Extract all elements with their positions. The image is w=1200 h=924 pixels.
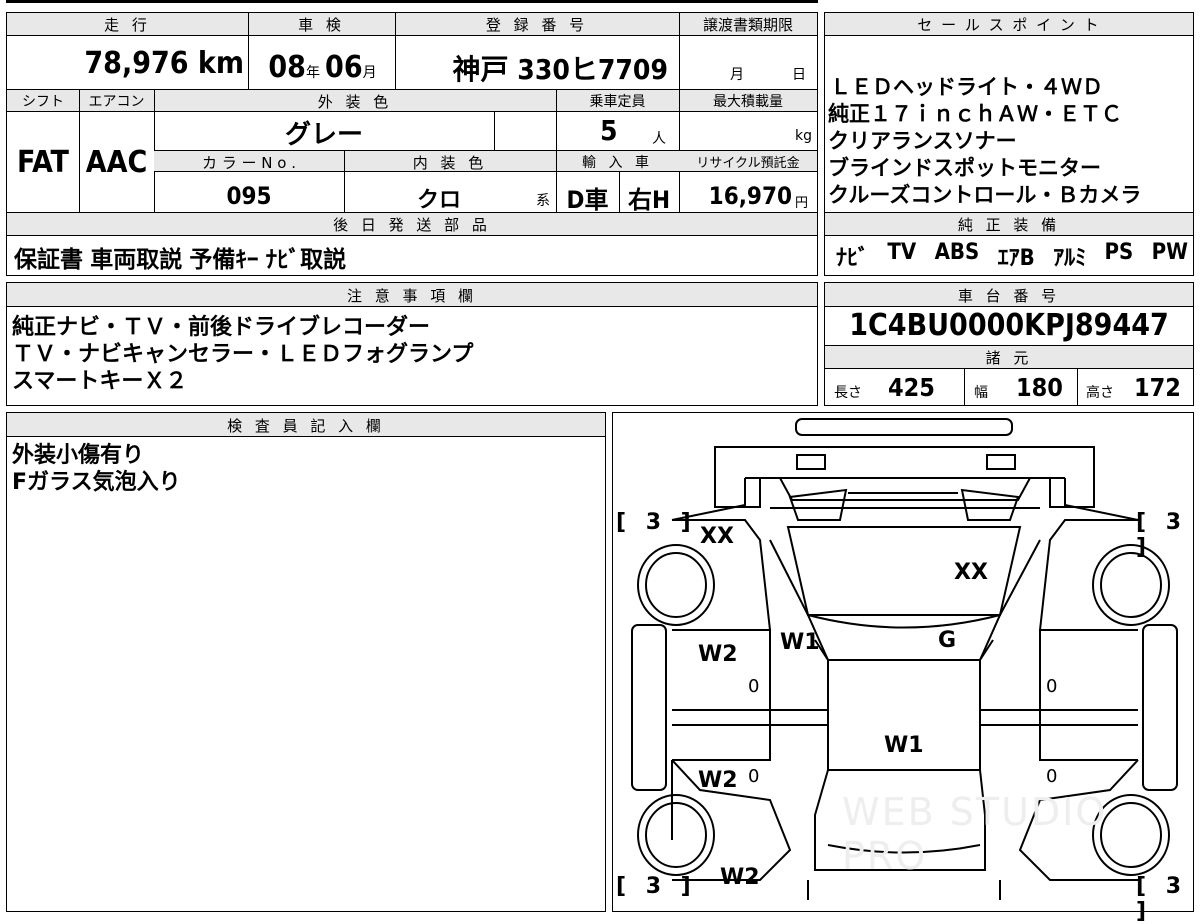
mark-g-right: G xyxy=(938,628,957,653)
height-label: 高さ xyxy=(1086,385,1114,401)
year-unit: 年 xyxy=(305,65,320,81)
later-parts-value: 保証書 車両取説 予備ｷｰ ﾅﾋﾞ取説 xyxy=(14,247,347,273)
shift-value: FAT xyxy=(17,145,69,180)
length-label: 長さ xyxy=(834,385,862,401)
mark-xx-windshield: XX xyxy=(954,560,988,585)
inspection-month: 06 xyxy=(325,50,363,85)
mark-w2-rear-door: W2 xyxy=(698,768,738,793)
width-value: 180 xyxy=(1016,373,1063,402)
bracket-front-right: [ 3 ] xyxy=(1136,510,1188,560)
max-load-header: 最大積載量 xyxy=(713,94,783,110)
inspector-line-2: Fガラス気泡入り xyxy=(12,470,181,495)
watermark: WEB STUDIO PRO xyxy=(842,790,1108,878)
note-line-2: ＴＶ・ナビキャンセラー・ＬＥＤフォグランプ xyxy=(12,342,474,367)
equipment-alloy: ｱﾙﾐ xyxy=(1053,246,1087,271)
month-unit: 月 xyxy=(362,65,377,81)
registration-number: 神戸 330ヒ7709 xyxy=(452,53,668,86)
mark-w2-front-door: W2 xyxy=(698,642,738,667)
equipment-pw: PW xyxy=(1151,240,1188,265)
steering-value: 右H xyxy=(627,186,671,214)
equipment-abs: ABS xyxy=(934,240,980,265)
width-label: 幅 xyxy=(974,385,988,401)
length-value: 425 xyxy=(888,373,935,402)
chassis-number: 1C4BU0000KPJ89447 xyxy=(849,308,1169,343)
transfer-deadline-header: 譲渡書類期限 xyxy=(702,16,793,34)
exterior-color-value: グレー xyxy=(284,120,363,150)
height-value: 172 xyxy=(1134,373,1181,402)
mark-w2-rear: W2 xyxy=(720,865,760,890)
bracket-rear-right: [ 3 ] xyxy=(1136,874,1188,924)
transfer-month-unit: 月 xyxy=(730,67,744,83)
inspector-line-1: 外装小傷有り xyxy=(12,443,145,468)
notes-header: 注 意 事 項 欄 xyxy=(346,287,478,305)
note-line-1: 純正ナビ・ＴＶ・前後ドライブレコーダー xyxy=(12,315,431,340)
import-type: D車 xyxy=(566,186,609,214)
mark-zero-3: 0 xyxy=(1046,676,1058,697)
capacity-header: 乗車定員 xyxy=(589,94,646,110)
inspection-value: 08年 06月 xyxy=(250,50,395,85)
shift-header: シフト xyxy=(22,94,64,110)
mark-w1-roof: W1 xyxy=(884,733,924,758)
transfer-day-unit: 日 xyxy=(792,67,806,83)
import-header: 輸 入 車 xyxy=(582,155,653,171)
capacity-value: 5 xyxy=(600,114,618,147)
recycle-unit: 円 xyxy=(795,196,809,211)
mark-zero-4: 0 xyxy=(1046,766,1058,787)
equipment-airbag: ｴｱB xyxy=(997,246,1035,271)
equipment-ps: PS xyxy=(1104,240,1134,265)
equipment-list: ﾅﾋﾞ TV ABS ｴｱB ｱﾙﾐ PS PW xyxy=(836,240,1188,272)
mark-zero-1: 0 xyxy=(748,676,760,697)
inspection-year: 08 xyxy=(268,50,306,85)
exterior-color-header: 外 装 色 xyxy=(317,93,393,111)
interior-color-header: 内 装 色 xyxy=(412,154,488,172)
color-no-header: カ ラ ー N o . xyxy=(201,154,296,172)
aircon-value: AAC xyxy=(85,145,148,180)
sales-point-4: ブラインドスポットモニター xyxy=(828,156,1101,180)
inspector-header: 検 査 員 記 入 欄 xyxy=(227,417,385,435)
bracket-front-left: [ 3 ] xyxy=(616,510,697,535)
interior-color-suffix: 系 xyxy=(536,193,550,209)
sales-point-3: クリアランスソナー xyxy=(828,129,1017,153)
interior-color-value: クロ xyxy=(416,188,461,213)
note-line-3: スマートキーＸ２ xyxy=(12,369,188,394)
mileage-header: 走 行 xyxy=(104,16,151,34)
mark-zero-2: 0 xyxy=(748,766,760,787)
color-no-value: 095 xyxy=(226,182,272,210)
recycle-fee: 16,970 xyxy=(708,182,792,210)
equipment-navi: ﾅﾋﾞ xyxy=(836,246,870,271)
mileage-value: 78,976 km xyxy=(84,46,244,81)
bracket-rear-left: [ 3 ] xyxy=(616,874,697,899)
sales-point-1: ＬＥＤヘッドライト・４ＷＤ xyxy=(830,75,1103,99)
aircon-header: エアコン xyxy=(88,94,145,110)
sales-point-2: 純正１７ｉｎｃｈＡＷ・ＥＴＣ xyxy=(828,102,1122,126)
specs-header: 諸 元 xyxy=(985,349,1033,367)
mark-xx-front-left: XX xyxy=(700,524,734,549)
later-parts-header: 後 日 発 送 部 品 xyxy=(333,216,491,234)
chassis-header: 車 台 番 号 xyxy=(957,287,1061,305)
mark-w1-left: W1 xyxy=(780,630,820,655)
registration-header: 登 録 番 号 xyxy=(485,16,589,34)
sales-points-header: セ ー ル ス ポ イ ン ト xyxy=(917,16,1101,34)
equipment-header: 純 正 装 備 xyxy=(957,216,1061,234)
recycle-header: リサイクル預託金 xyxy=(696,156,800,171)
inspection-header: 車 検 xyxy=(298,16,345,34)
capacity-unit: 人 xyxy=(652,131,666,147)
equipment-tv: TV xyxy=(887,240,917,265)
sales-point-5: クルーズコントロール・Ｂカメラ xyxy=(828,183,1142,207)
max-load-unit: kg xyxy=(795,128,812,144)
